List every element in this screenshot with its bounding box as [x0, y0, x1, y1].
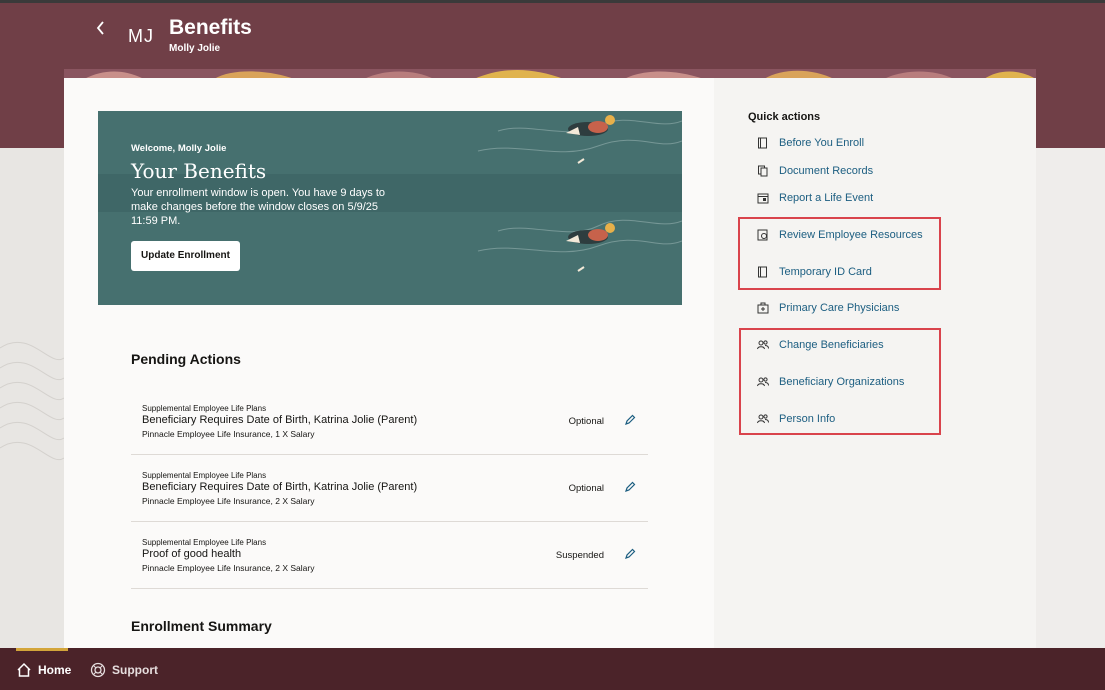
- action-title: Beneficiary Requires Date of Birth, Katr…: [142, 481, 418, 493]
- active-tab-indicator: [16, 648, 68, 651]
- chevron-left-icon: [96, 21, 104, 35]
- action-category: Supplemental Employee Life Plans: [142, 538, 267, 547]
- window-top-strip: [0, 0, 1105, 3]
- pending-action-row[interactable]: Supplemental Employee Life Plans Proof o…: [131, 522, 648, 589]
- highlight-box: [738, 217, 941, 290]
- action-title: Beneficiary Requires Date of Birth, Katr…: [142, 414, 418, 426]
- bottom-nav: Home Support: [0, 648, 1105, 690]
- nav-support-label: Support: [112, 663, 158, 677]
- user-initials: MJ: [128, 26, 154, 46]
- action-status: Optional: [568, 483, 604, 494]
- action-subtitle: Pinnacle Employee Life Insurance, 2 X Sa…: [142, 563, 315, 573]
- background-right: [1036, 148, 1105, 648]
- pending-action-row[interactable]: Supplemental Employee Life Plans Benefic…: [131, 455, 648, 522]
- quick-action-label: Before You Enroll: [779, 137, 865, 149]
- quick-action-primary-care-physicians[interactable]: Primary Care Physicians: [757, 300, 899, 316]
- edit-pencil-icon[interactable]: [624, 481, 636, 493]
- quick-action-label: Report a Life Event: [779, 192, 874, 204]
- welcome-banner: Welcome, Molly Jolie Your Benefits Your …: [98, 111, 682, 305]
- update-enrollment-button[interactable]: Update Enrollment: [131, 241, 240, 271]
- edit-pencil-icon[interactable]: [624, 414, 636, 426]
- action-status: Optional: [568, 416, 604, 427]
- nav-home[interactable]: Home: [16, 662, 71, 678]
- page-subtitle: Molly Jolie: [169, 43, 221, 54]
- quick-actions-title: Quick actions: [748, 111, 821, 123]
- medical-kit-icon: [757, 302, 769, 314]
- quick-action-label: Primary Care Physicians: [779, 302, 900, 314]
- welcome-text: Welcome, Molly Jolie: [131, 143, 227, 154]
- nav-support[interactable]: Support: [90, 662, 158, 678]
- action-status: Suspended: [555, 550, 604, 561]
- action-subtitle: Pinnacle Employee Life Insurance, 2 X Sa…: [142, 496, 315, 506]
- highlight-box: [739, 328, 941, 435]
- background-pattern-left: [0, 148, 64, 648]
- back-button[interactable]: [94, 18, 110, 38]
- book-icon: [758, 137, 767, 149]
- nav-home-label: Home: [38, 663, 72, 677]
- quick-action-report-life-event[interactable]: Report a Life Event: [757, 190, 873, 206]
- lifebuoy-icon: [90, 662, 106, 678]
- calendar-event-icon: [757, 193, 769, 204]
- quick-action-label: Document Records: [779, 165, 874, 177]
- edit-pencil-icon[interactable]: [624, 548, 636, 560]
- quick-action-document-records[interactable]: Document Records: [757, 163, 873, 179]
- action-category: Supplemental Employee Life Plans: [142, 471, 267, 480]
- pending-action-row[interactable]: Supplemental Employee Life Plans Benefic…: [131, 388, 648, 455]
- page-title: Benefits: [169, 16, 252, 39]
- swimmer-illustration: [477, 115, 682, 272]
- pending-actions-title: Pending Actions: [131, 351, 241, 367]
- quick-action-before-you-enroll[interactable]: Before You Enroll: [757, 135, 864, 151]
- home-icon: [17, 662, 31, 677]
- enrollment-message: Your enrollment window is open. You have…: [131, 187, 385, 227]
- action-title: Proof of good health: [142, 548, 242, 560]
- documents-icon: [758, 165, 768, 177]
- enrollment-summary-title: Enrollment Summary: [131, 618, 272, 634]
- action-subtitle: Pinnacle Employee Life Insurance, 1 X Sa…: [142, 429, 315, 439]
- banner-title: Your Benefits: [131, 159, 267, 183]
- action-category: Supplemental Employee Life Plans: [142, 404, 267, 413]
